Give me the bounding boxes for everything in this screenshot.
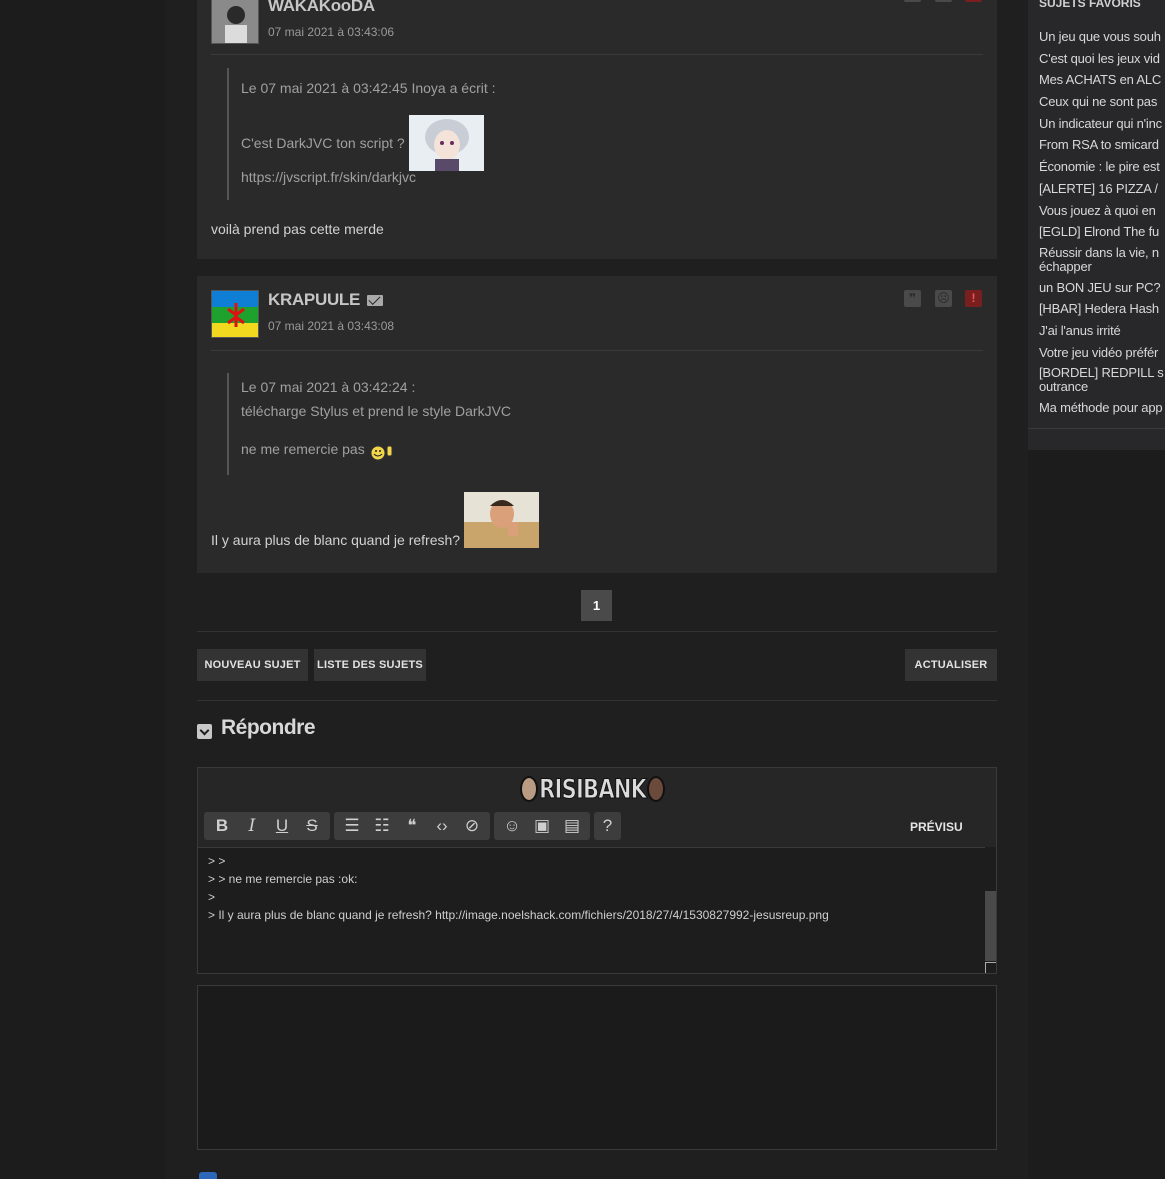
mail-icon[interactable] — [367, 295, 383, 306]
post-header: KRAPUULE 07 mai 2021 à 03:43:08 ❞ ☹ ! — [197, 276, 997, 338]
topic-list-button[interactable]: LISTE DES SUJETS — [314, 649, 426, 681]
favorite-topic-link[interactable]: Réussir dans la vie, n échapper — [1039, 245, 1165, 274]
quote-block: Le 07 mai 2021 à 03:42:45 Inoya a écrit … — [227, 68, 496, 200]
favorite-topics-sidebar: SUJETS FAVORIS Un jeu que vous souh C'es… — [1028, 0, 1165, 450]
textarea-scrollbar[interactable] — [985, 847, 996, 973]
textarea-line: > Il y aura plus de blanc quand je refre… — [208, 908, 829, 922]
favorite-topic-link[interactable]: C'est quoi les jeux vid — [1039, 51, 1165, 67]
favorite-topic-link[interactable]: Ma méthode pour app — [1039, 400, 1165, 416]
new-topic-button[interactable]: NOUVEAU SUJET — [197, 649, 308, 681]
post-author[interactable]: KRAPUULE — [268, 290, 360, 310]
sticker-image[interactable] — [463, 492, 539, 548]
sidebar-title: SUJETS FAVORIS — [1039, 0, 1141, 10]
editor-toolbar: B I U S ☰ ☷ ❝ ‹› ⊘ ☺ ▣ ▤ ? — [204, 812, 621, 840]
avatar[interactable] — [211, 0, 259, 44]
post-author[interactable]: WAKAKooDA — [268, 0, 375, 16]
favorite-topic-link[interactable]: Ceux qui ne sont pas — [1039, 94, 1165, 110]
sticker-image[interactable] — [408, 115, 484, 171]
favorite-topic-link[interactable]: Votre jeu vidéo préfér — [1039, 345, 1165, 361]
favorite-topic-link[interactable]: [HBAR] Hedera Hash — [1039, 301, 1165, 317]
code-button[interactable]: ‹› — [427, 812, 457, 840]
post-wakakooda: WAKAKooDA 07 mai 2021 à 03:43:06 ❞ ✎ ✕ L… — [197, 0, 997, 259]
sad-face-icon[interactable]: ☹ — [935, 290, 952, 307]
reply-textarea[interactable]: > > > > ne me remercie pas :ok: > > Il y… — [198, 847, 986, 973]
numbered-list-button[interactable]: ☷ — [367, 812, 397, 840]
post-message: voilà prend pas cette merde — [211, 221, 384, 237]
favorite-topic-link[interactable]: Économie : le pire est — [1039, 159, 1165, 175]
underline-button[interactable]: U — [267, 812, 297, 840]
favorite-topic-link[interactable]: [EGLD] Elrond The fu — [1039, 224, 1165, 240]
risibank-wordmark: RISIBANK — [539, 773, 648, 805]
report-icon[interactable]: ! — [965, 290, 982, 307]
edit-icon[interactable]: ✎ — [935, 0, 952, 3]
textarea-line: > — [208, 890, 216, 904]
scrollbar-thumb[interactable] — [985, 891, 996, 961]
toolbar-group-media: ☺ ▣ ▤ — [494, 812, 590, 840]
post-date[interactable]: 07 mai 2021 à 03:43:06 — [268, 25, 394, 39]
quote-block: Le 07 mai 2021 à 03:42:24 : télécharge S… — [227, 373, 511, 475]
preview-area — [197, 985, 997, 1150]
post-separator — [211, 54, 983, 55]
image-button[interactable]: ▣ — [527, 812, 557, 840]
favorite-topic-link[interactable]: From RSA to smicard — [1039, 137, 1165, 153]
risibank-face-left-icon — [520, 776, 538, 802]
reply-editor: RISIBANK B I U S ☰ ☷ ❝ ‹› ⊘ ☺ ▣ ▤ ? PRÉV… — [197, 767, 997, 974]
risibank-face-right-icon — [647, 776, 666, 802]
quote-icon[interactable]: ❞ — [904, 0, 921, 3]
favorite-topics-list: Un jeu que vous souh C'est quoi les jeux… — [1039, 29, 1165, 422]
favorite-topic-link[interactable]: Un indicateur qui n'inc — [1039, 116, 1165, 132]
collapse-chevron-icon[interactable] — [197, 724, 212, 739]
avatar[interactable] — [211, 290, 259, 338]
refresh-button[interactable]: ACTUALISER — [905, 649, 997, 681]
toolbar-group-format: B I U S — [204, 812, 330, 840]
post-date[interactable]: 07 mai 2021 à 03:43:08 — [268, 319, 394, 333]
post-krapuule: KRAPUULE 07 mai 2021 à 03:43:08 ❞ ☹ ! Le… — [197, 276, 997, 573]
avatar-image — [212, 0, 258, 43]
ok-smiley-icon — [370, 445, 393, 461]
quote-header: Le 07 mai 2021 à 03:42:24 : — [241, 379, 416, 395]
spoiler-button[interactable]: ⊘ — [457, 812, 487, 840]
strikethrough-button[interactable]: S — [297, 812, 327, 840]
avatar-flag-image — [212, 291, 258, 337]
bullet-list-button[interactable]: ☰ — [337, 812, 367, 840]
favorite-topic-link[interactable]: Un jeu que vous souh — [1039, 29, 1165, 45]
sidebar-divider — [1028, 428, 1165, 429]
favorite-topic-link[interactable]: un BON JEU sur PC? — [1039, 280, 1165, 296]
quote-text: C'est DarkJVC ton script ? — [241, 115, 496, 171]
video-button[interactable]: ▤ — [557, 812, 587, 840]
delete-icon[interactable]: ✕ — [965, 0, 982, 3]
bold-button[interactable]: B — [207, 812, 237, 840]
italic-button[interactable]: I — [237, 812, 267, 840]
favorite-topic-link[interactable]: [ALERTE] 16 PIZZA / — [1039, 181, 1165, 197]
post-separator — [211, 350, 983, 351]
quote-icon[interactable]: ❞ — [904, 290, 921, 307]
help-button[interactable]: ? — [597, 812, 618, 840]
left-gutter — [0, 0, 166, 1179]
resize-handle[interactable] — [985, 962, 996, 973]
quote-text: ne me remercie pas — [241, 437, 511, 461]
toolbar-group-help: ? — [594, 812, 621, 840]
quote-header: Le 07 mai 2021 à 03:42:45 Inoya a écrit … — [241, 80, 496, 96]
smiley-button[interactable]: ☺ — [497, 812, 527, 840]
favorite-topic-link[interactable]: Vous jouez à quoi en — [1039, 203, 1165, 219]
divider — [197, 700, 997, 701]
preview-button[interactable]: PRÉVISU — [910, 820, 963, 834]
favorite-topic-link[interactable]: J'ai l'anus irrité — [1039, 323, 1165, 339]
quote-text: télécharge Stylus et prend le style Dark… — [241, 403, 512, 419]
toolbar-group-blocks: ☰ ☷ ❝ ‹› ⊘ — [334, 812, 490, 840]
favorite-topic-link[interactable]: [BORDEL] REDPILL s outrance — [1039, 366, 1165, 394]
divider — [197, 631, 997, 632]
textarea-line: > > — [208, 854, 226, 868]
footer-logo-icon — [199, 1172, 217, 1179]
quote-button[interactable]: ❝ — [397, 812, 427, 840]
reply-title: Répondre — [221, 716, 316, 739]
post-header: WAKAKooDA 07 mai 2021 à 03:43:06 ❞ ✎ ✕ — [197, 0, 997, 48]
page-number-current[interactable]: 1 — [581, 590, 612, 621]
textarea-line: > > ne me remercie pas :ok: — [208, 872, 358, 886]
risibank-logo[interactable]: RISIBANK — [520, 773, 666, 805]
favorite-topic-link[interactable]: Mes ACHATS en ALC — [1039, 72, 1165, 88]
post-message: Il y aura plus de blanc quand je refresh… — [211, 492, 539, 548]
